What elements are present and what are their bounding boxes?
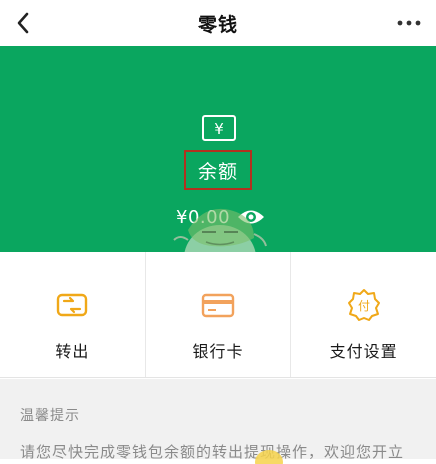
bank-card-icon: [201, 293, 235, 318]
wallet-yen-glyph: ¥: [214, 120, 224, 138]
balance-label: 余额: [197, 160, 238, 183]
top-bar: 零钱: [0, 0, 436, 46]
eye-icon[interactable]: [236, 207, 266, 227]
transfer-out-button[interactable]: 转出: [0, 252, 145, 377]
wallet-yen-icon: ¥: [202, 115, 236, 141]
payment-settings-icon: 付: [347, 289, 380, 321]
transfer-out-label: 转出: [55, 342, 90, 361]
balance-amount-row: ¥0.00: [176, 204, 266, 230]
more-button[interactable]: [390, 6, 428, 40]
notice-title: 温馨提示: [20, 408, 80, 424]
back-button[interactable]: [6, 6, 40, 40]
chevron-left-icon: [17, 12, 29, 34]
page-title: 零钱: [197, 13, 238, 36]
bank-card-label: 银行卡: [192, 342, 244, 361]
payment-settings-glyph: 付: [358, 299, 370, 313]
balance-label-box: 余额: [184, 150, 252, 190]
balance-banner: ¥ 余额 ¥0.00: [0, 46, 436, 252]
balance-amount: ¥0.00: [176, 206, 231, 228]
payment-settings-button[interactable]: 付 支付设置: [290, 252, 436, 377]
notice-section: 温馨提示 请您尽快完成零钱包余额的转出提现操作，欢迎您开立: [0, 379, 436, 461]
payment-settings-label: 支付设置: [329, 342, 398, 361]
bank-card-button[interactable]: 银行卡: [144, 252, 291, 377]
more-dots-icon: [397, 20, 421, 26]
action-grid: 转出 银行卡 付 支付设置: [0, 252, 436, 378]
transfer-out-icon: [57, 293, 88, 317]
